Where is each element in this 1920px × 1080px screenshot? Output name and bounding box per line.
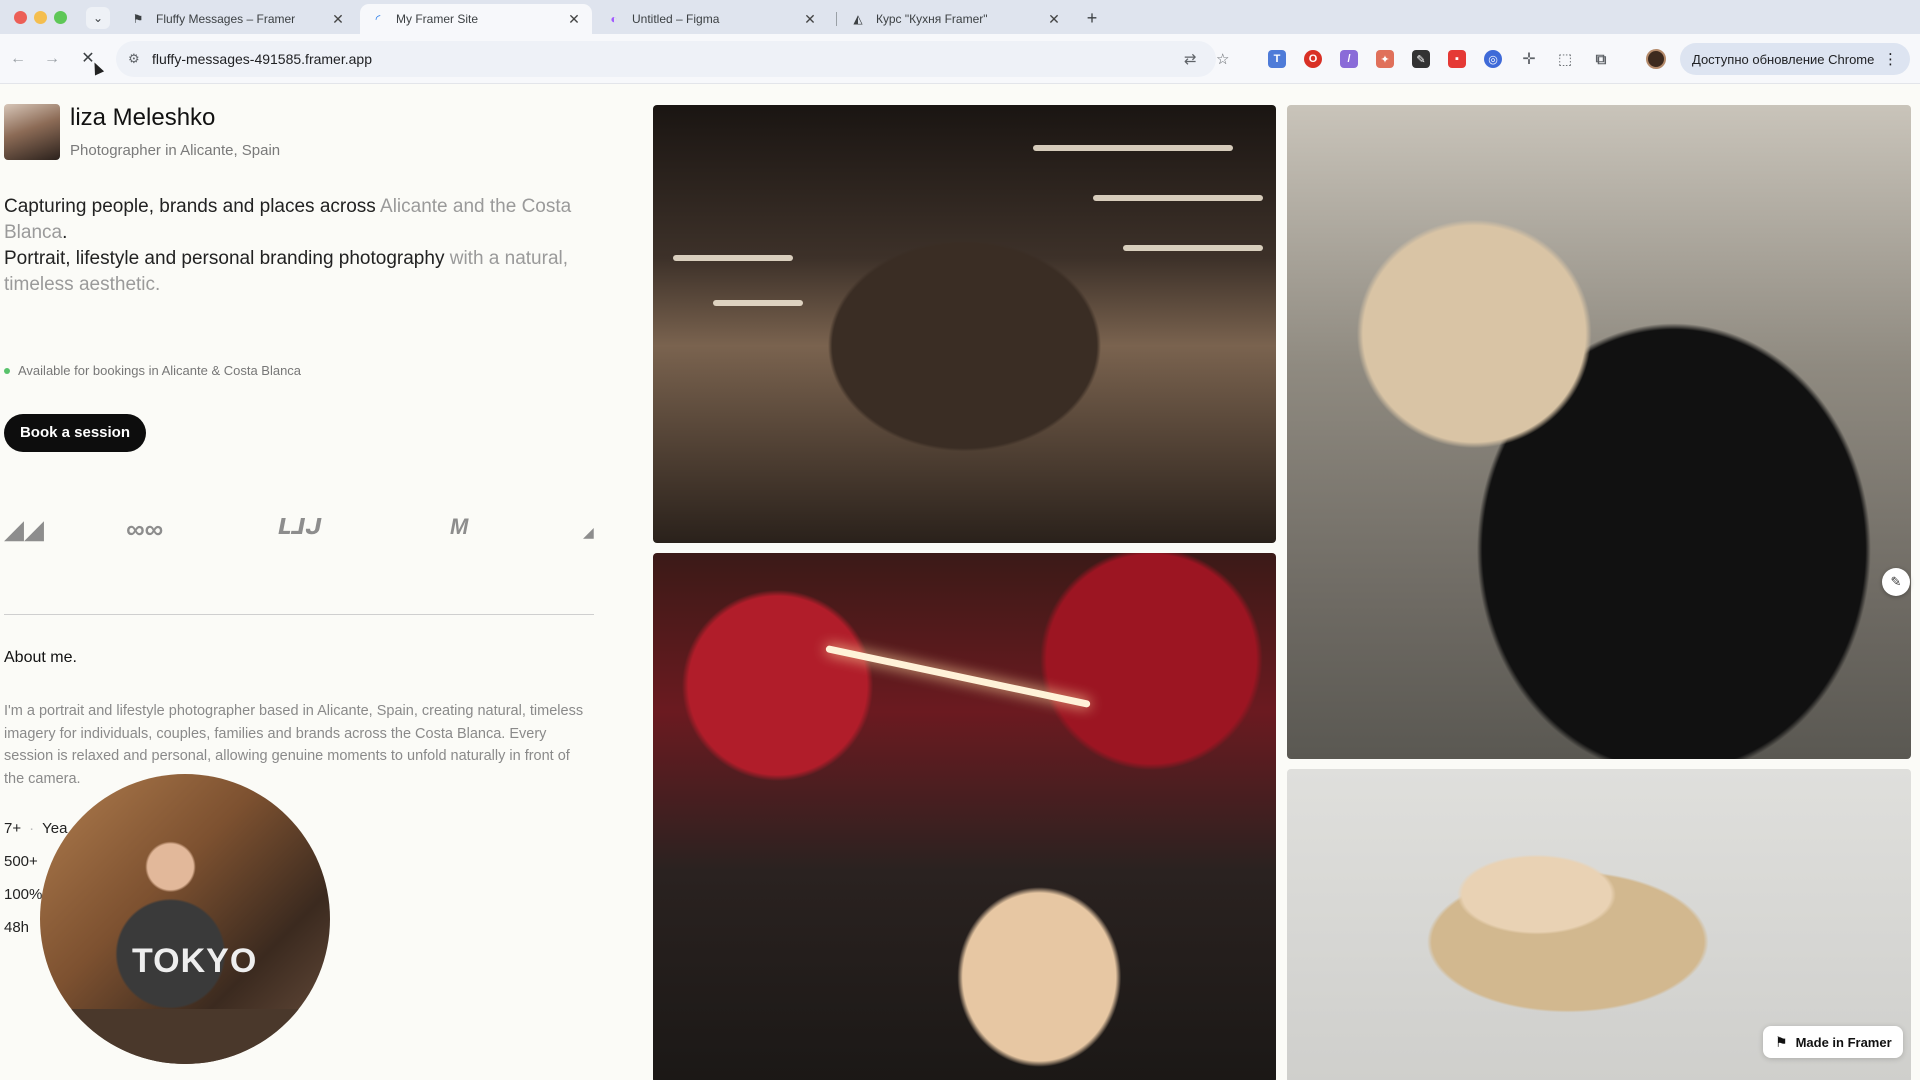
bookmark-star-icon[interactable]: ☆	[1216, 50, 1229, 68]
update-label: Доступно обновление Chrome	[1692, 51, 1875, 67]
profile-avatar[interactable]	[1646, 49, 1666, 69]
close-tab-icon[interactable]: ✕	[330, 11, 346, 28]
intro-line1-end: .	[62, 222, 68, 243]
availability-status: Available for bookings in Alicante & Cos…	[4, 363, 301, 378]
address-bar[interactable]: ⚙ fluffy-messages-491585.framer.app ⇄ ☆	[116, 41, 1229, 77]
stat-label: Yea	[42, 820, 68, 837]
ceiling-light	[673, 255, 793, 261]
stat-value: 100%	[4, 886, 43, 903]
eyedropper-extension-icon[interactable]: ✎	[1412, 50, 1430, 68]
gallery-photo-flowers-portrait[interactable]	[653, 553, 1276, 1080]
loading-spinner-icon: ◜	[375, 12, 381, 26]
opera-extension-icon[interactable]: O	[1304, 50, 1322, 68]
stat-satisfaction: 100%	[4, 886, 42, 903]
figma-icon: ◐	[610, 12, 618, 26]
wordmark-logo-icon: ᒪᒧᒍ	[278, 514, 322, 539]
browser-tab-bar: ⌄ ⚑ Fluffy Messages – Framer ✕ ◜ My Fram…	[0, 0, 1920, 34]
tab-fluffy-messages[interactable]: ⚑ Fluffy Messages – Framer ✕	[120, 4, 356, 34]
more-menu-icon[interactable]: ⋮	[1883, 50, 1898, 68]
m-logo-icon: M	[450, 514, 469, 539]
made-in-framer-label: Made in Framer	[1795, 1034, 1892, 1050]
translate-icon[interactable]: ⇄	[1184, 50, 1197, 68]
tab-framer-course[interactable]: ◭ Курс "Кухня Framer" ✕	[840, 4, 1072, 34]
stat-value: 7+	[4, 820, 22, 837]
browser-toolbar: ← → ✕ ⚙ fluffy-messages-491585.framer.ap…	[0, 34, 1920, 84]
partial-logo-icon: ◢	[583, 524, 594, 540]
minimize-window-button[interactable]	[34, 11, 47, 24]
record-extension-icon[interactable]: ▪	[1448, 50, 1466, 68]
back-arrow-icon[interactable]: ←	[6, 47, 30, 71]
available-dot-icon	[4, 367, 10, 374]
neon-light	[825, 645, 1091, 708]
availability-text: Available for bookings in Alicante & Cos…	[18, 363, 302, 378]
chrome-update-button[interactable]: Доступно обновление Chrome ⋮	[1680, 43, 1910, 75]
framer-icon: ⚑	[132, 12, 144, 26]
ceiling-light	[713, 300, 803, 306]
stat-value: 500+	[4, 853, 38, 870]
stat-value: 48h	[4, 919, 30, 936]
edit-pencil-icon[interactable]: ✎	[1882, 568, 1910, 596]
course-icon: ◭	[853, 12, 863, 26]
about-heading: About me.	[4, 649, 77, 666]
maximize-window-button[interactable]	[54, 11, 67, 24]
gallery-photo-sunglasses-portrait[interactable]	[1287, 105, 1911, 759]
tab-figma[interactable]: ◐ Untitled – Figma ✕	[596, 4, 828, 34]
webcam-overlay: TOKYO	[40, 774, 330, 1064]
close-window-button[interactable]	[14, 11, 27, 24]
made-in-framer-badge[interactable]: ⚑ Made in Framer	[1763, 1026, 1903, 1058]
photographer-role: Photographer in Alicante, Spain	[70, 142, 281, 159]
url-text[interactable]: fluffy-messages-491585.framer.app	[152, 51, 372, 67]
profile-photo	[4, 104, 60, 160]
ceiling-light	[1033, 145, 1233, 151]
measure-extension-icon[interactable]: ✛	[1520, 50, 1538, 68]
website-page: liza Meleshko Photographer in Alicante, …	[0, 84, 1920, 1080]
stripe-like-logo-icon: ◢◢	[4, 514, 44, 544]
pin-extension-icon[interactable]: ✦	[1376, 50, 1394, 68]
vpn-extension-icon[interactable]: ◎	[1484, 50, 1502, 68]
forward-arrow-icon[interactable]: →	[40, 47, 64, 71]
book-session-button[interactable]: Book a session	[4, 414, 146, 452]
close-tab-icon[interactable]: ✕	[802, 11, 818, 28]
tab-title: Fluffy Messages – Framer	[156, 12, 296, 26]
infinity-logo-icon: ∞∞	[126, 514, 164, 544]
section-divider	[4, 614, 594, 615]
stat-sessions: 500+	[4, 853, 38, 870]
stat-years: 7+ · Yea	[4, 820, 68, 837]
stat-turnaround: 48h	[4, 919, 29, 936]
framer-logo-icon: ⚑	[1775, 1033, 1788, 1050]
tab-separator	[836, 12, 837, 26]
webcam-shirt-text: TOKYO	[132, 942, 258, 980]
webcam-desk	[40, 1009, 330, 1064]
tab-my-framer-site[interactable]: ◜ My Framer Site ✕	[360, 4, 592, 34]
close-tab-icon[interactable]: ✕	[1046, 11, 1062, 28]
tab-title: Untitled – Figma	[632, 12, 720, 26]
about-paragraph: I'm a portrait and lifestyle photographe…	[4, 703, 584, 787]
extensions-puzzle-icon[interactable]: ⧉	[1592, 50, 1610, 68]
photographer-name: liza Meleshko	[70, 104, 216, 131]
tab-search-chevron-icon[interactable]: ⌄	[86, 7, 110, 29]
ceiling-light	[1123, 245, 1263, 251]
intro-text: Capturing people, brands and places acro…	[4, 194, 574, 298]
ceiling-light	[1093, 195, 1263, 201]
intro-line1: Capturing people, brands and places acro…	[4, 196, 376, 217]
close-tab-icon[interactable]: ✕	[566, 11, 582, 28]
gallery-photo-night-city[interactable]	[653, 105, 1276, 543]
tab-title: My Framer Site	[396, 12, 479, 26]
intro-line2: Portrait, lifestyle and personal brandin…	[4, 248, 445, 269]
new-tab-button[interactable]: +	[1080, 6, 1104, 30]
tab-title: Курс "Кухня Framer"	[876, 12, 988, 26]
translate-extension-icon[interactable]: T	[1268, 50, 1286, 68]
pen-extension-icon[interactable]: /	[1340, 50, 1358, 68]
site-settings-icon[interactable]: ⚙	[128, 51, 140, 67]
screenshot-extension-icon[interactable]: ⬚	[1556, 50, 1574, 68]
